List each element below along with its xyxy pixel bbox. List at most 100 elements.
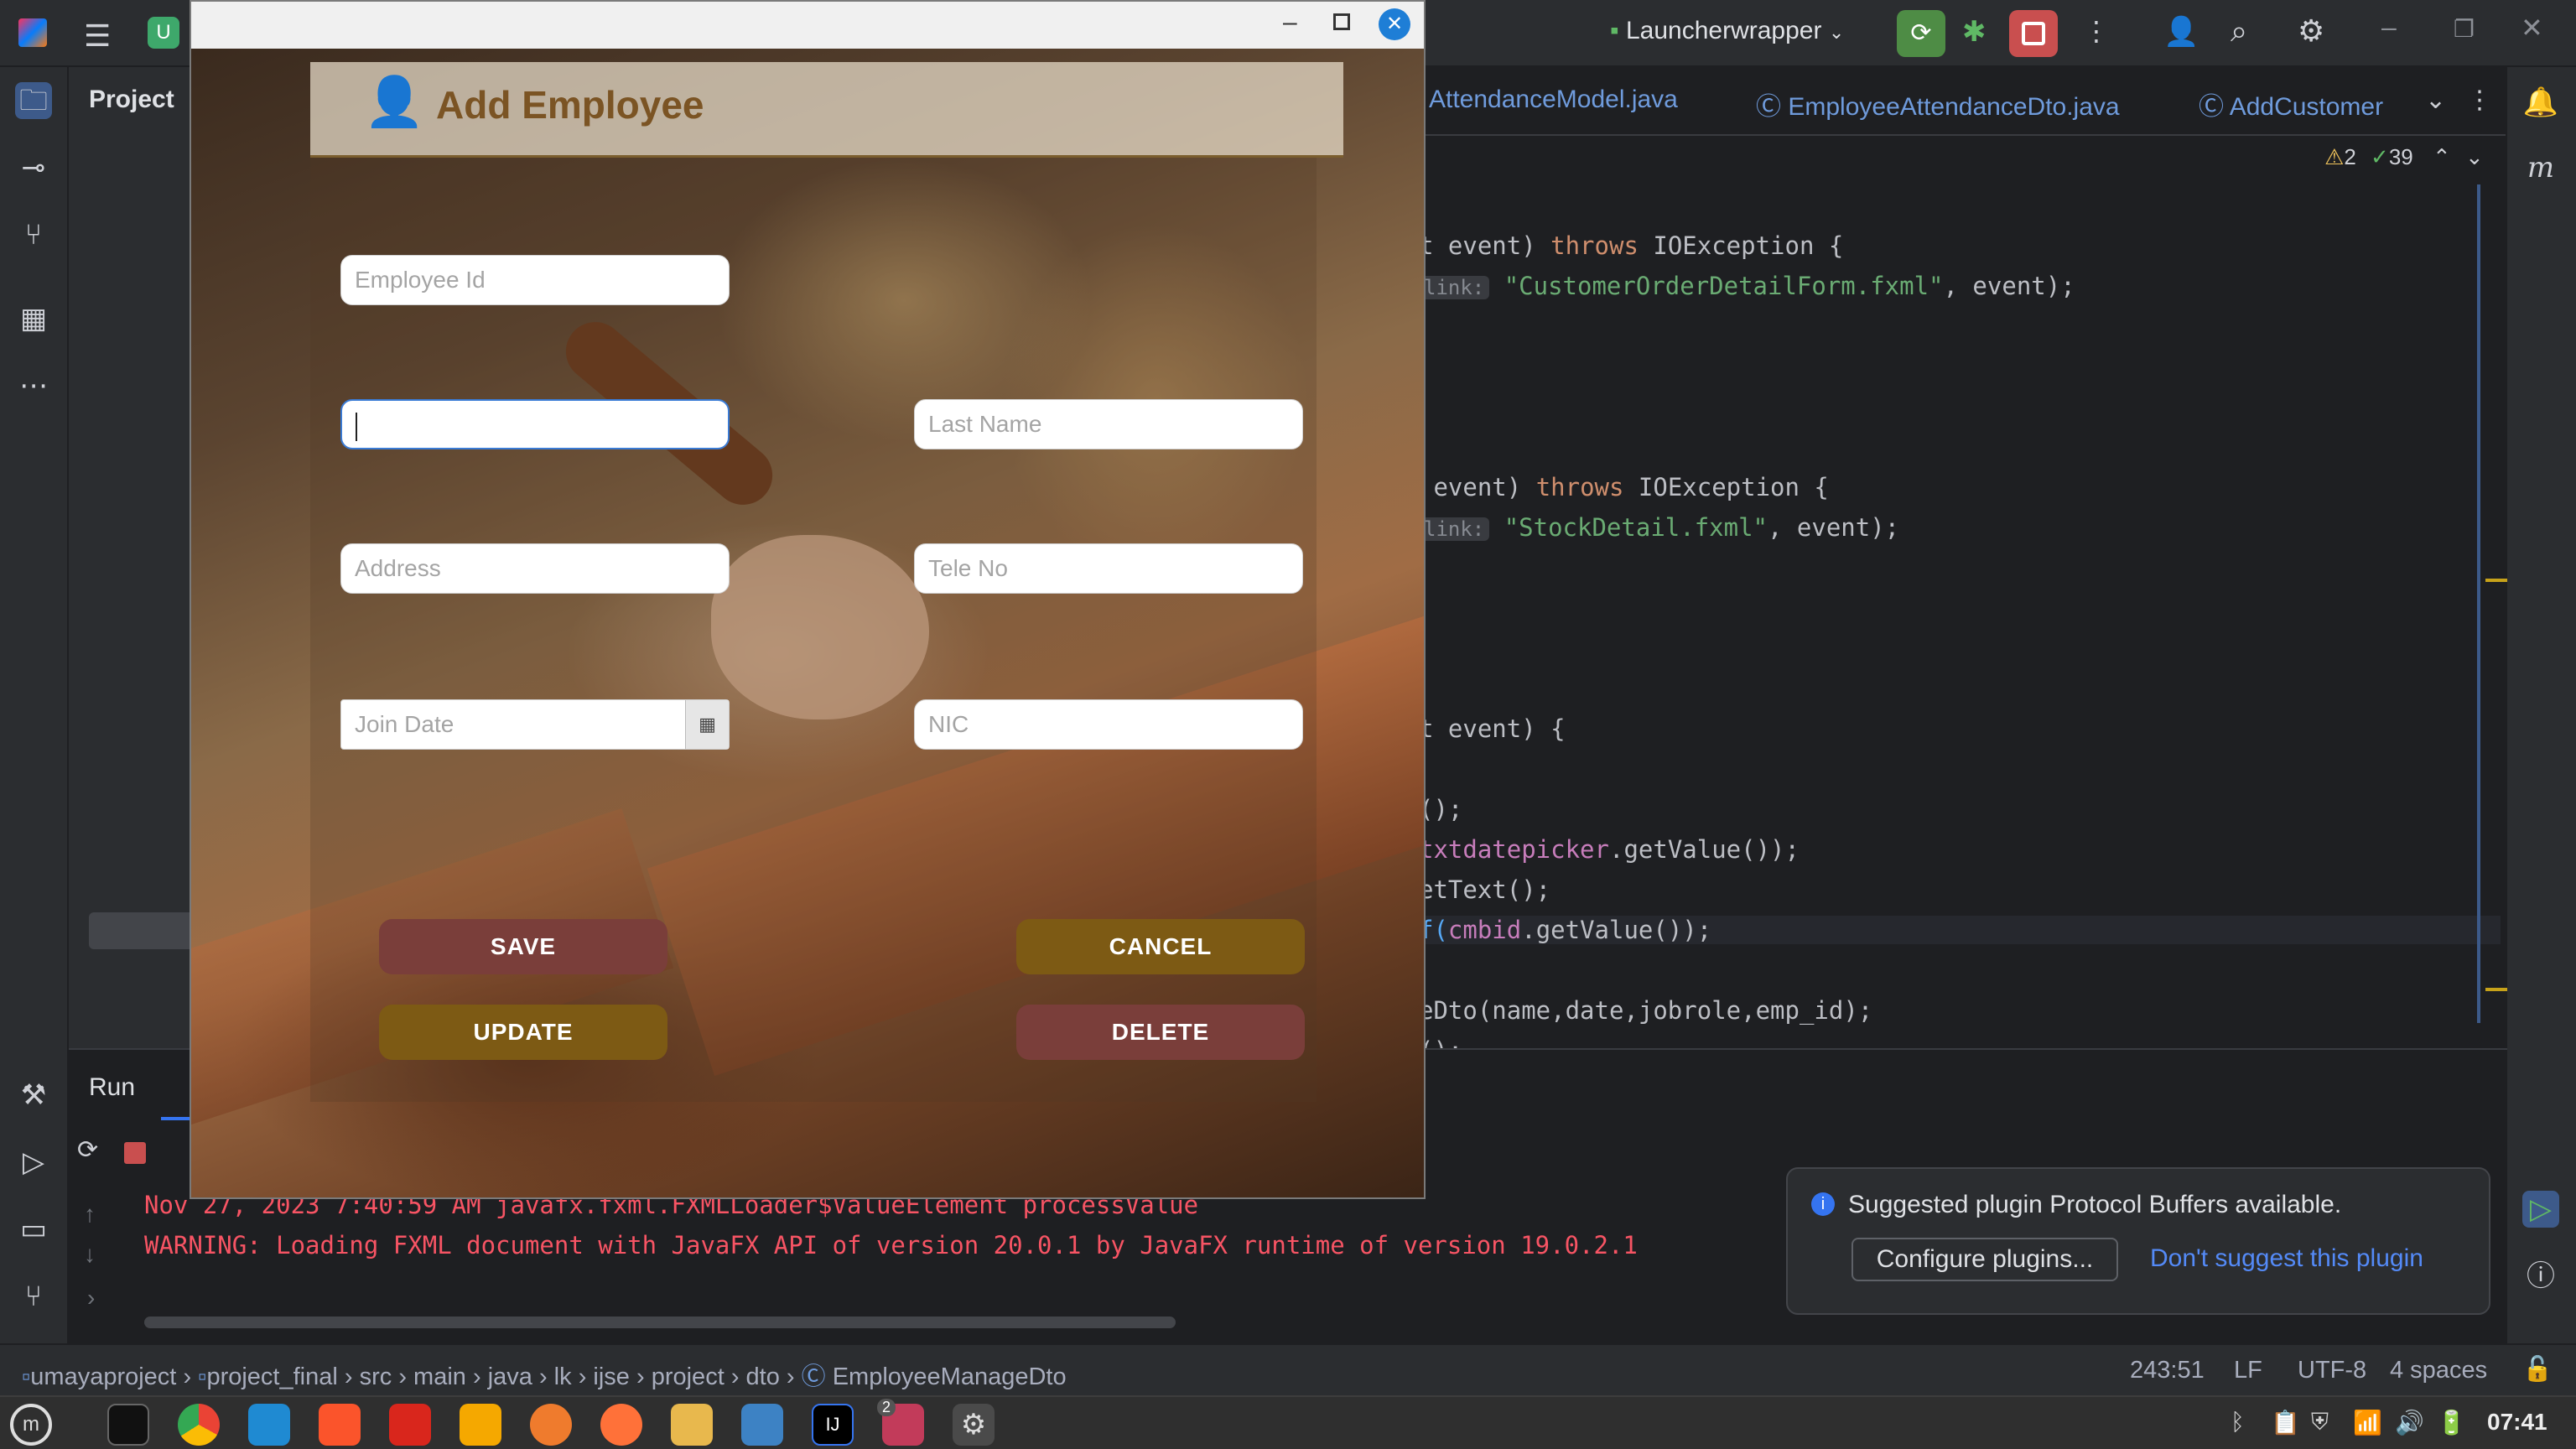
problems-icon[interactable]: ⓘ xyxy=(2522,1258,2559,1295)
firefox-icon[interactable] xyxy=(600,1404,642,1446)
breadcrumb-item[interactable]: lk xyxy=(554,1363,572,1390)
editor-scrollbar[interactable] xyxy=(2477,184,2480,1023)
filezilla-icon[interactable] xyxy=(460,1404,501,1446)
project-panel-selection-row[interactable] xyxy=(89,912,195,949)
tab-attendance-model[interactable]: AttendanceModel.java xyxy=(1429,86,1678,114)
line-separator[interactable]: LF xyxy=(2234,1357,2262,1384)
add-user-icon[interactable]: 👤 xyxy=(2163,15,2199,49)
notifications-bell-icon[interactable]: 🔔 xyxy=(2522,84,2559,121)
clipboard-icon[interactable]: 📋 xyxy=(2271,1409,2300,1436)
breadcrumb-item[interactable]: main xyxy=(413,1363,466,1390)
intellij-logo-icon[interactable] xyxy=(18,18,47,47)
wps-writer-icon[interactable] xyxy=(389,1404,431,1446)
intellij-taskbar-icon[interactable]: IJ xyxy=(812,1404,854,1446)
lock-icon[interactable]: 🔓 xyxy=(2522,1355,2553,1384)
run-services-icon[interactable]: ▷ xyxy=(15,1144,52,1181)
app-minimize-icon[interactable]: – xyxy=(1283,8,1297,37)
console-hscrollbar[interactable] xyxy=(144,1317,1176,1328)
build-hammer-icon[interactable]: ⚒ xyxy=(15,1077,52,1114)
git-icon[interactable]: ⑂ xyxy=(15,1278,52,1315)
search-icon[interactable]: ⌕ xyxy=(2231,13,2247,49)
brave-icon[interactable] xyxy=(319,1404,361,1446)
stop-icon[interactable] xyxy=(124,1142,146,1164)
battery-icon[interactable]: 🔋 xyxy=(2437,1409,2466,1436)
postman-icon[interactable] xyxy=(530,1404,572,1446)
breadcrumb-item[interactable]: dto xyxy=(746,1363,780,1390)
vscode-icon[interactable] xyxy=(248,1404,290,1446)
caret-position[interactable]: 243:51 xyxy=(2130,1357,2205,1384)
indent-setting[interactable]: 4 spaces xyxy=(2390,1357,2487,1384)
expand-icon[interactable]: › xyxy=(87,1285,95,1311)
mint-menu-icon[interactable]: m xyxy=(10,1404,52,1446)
files-icon[interactable] xyxy=(671,1404,713,1446)
more-tools-icon[interactable]: ⋯ xyxy=(15,367,52,404)
configure-plugins-button[interactable]: Configure plugins... xyxy=(1852,1238,2118,1281)
pull-requests-icon[interactable]: ⑂ xyxy=(15,216,52,253)
terminal-icon[interactable]: ▭ xyxy=(15,1211,52,1248)
clock[interactable]: 07:41 xyxy=(2487,1409,2547,1436)
app-maximize-icon[interactable] xyxy=(1333,13,1350,30)
prev-highlight-icon[interactable]: ⌃ xyxy=(2433,144,2451,169)
structure-icon[interactable]: ▦ xyxy=(15,300,52,337)
employee-id-field[interactable]: Employee Id xyxy=(340,255,730,305)
breadcrumb-item[interactable]: src xyxy=(360,1363,392,1390)
bluetooth-icon[interactable]: ᛒ xyxy=(2231,1409,2245,1436)
first-name-field[interactable] xyxy=(340,399,730,449)
wifi-icon[interactable]: 📶 xyxy=(2353,1409,2382,1436)
run-tab[interactable]: Run xyxy=(89,1073,135,1102)
tabs-more-icon[interactable]: ⋮ xyxy=(2467,86,2492,115)
calendar-icon[interactable]: ▦ xyxy=(685,700,729,749)
chrome-icon[interactable] xyxy=(178,1404,220,1446)
breadcrumb-item[interactable]: ▫umayaproject xyxy=(22,1363,176,1390)
update-button[interactable]: UPDATE xyxy=(379,1005,667,1060)
address-field[interactable]: Address xyxy=(340,543,730,594)
warning-icon: ⚠ xyxy=(2324,144,2345,169)
shield-icon[interactable]: ⛨ xyxy=(2311,1409,2329,1436)
screenshot-icon[interactable] xyxy=(741,1404,783,1446)
tele-no-field[interactable]: Tele No xyxy=(914,543,1303,594)
save-button[interactable]: SAVE xyxy=(379,919,667,974)
run-panel-icon[interactable]: ▷ xyxy=(2522,1191,2559,1228)
rerun-icon[interactable]: ⟳ xyxy=(77,1135,98,1165)
commit-icon[interactable]: ⊸ xyxy=(15,149,52,186)
scroll-down-icon[interactable]: ↓ xyxy=(84,1241,96,1268)
main-menu-icon[interactable]: ☰ xyxy=(84,18,111,54)
breadcrumb-item[interactable]: ▫project_final xyxy=(198,1363,338,1390)
delete-button[interactable]: DELETE xyxy=(1016,1005,1305,1060)
java-app-icon[interactable]: ⚙ xyxy=(953,1404,995,1446)
scroll-up-icon[interactable]: ↑ xyxy=(84,1201,96,1228)
class-icon: Ⓒ xyxy=(2199,93,2230,121)
run-config-selector[interactable]: ▪ Launcherwrapper ⌄ xyxy=(1610,17,1844,45)
tab-employee-attendance-dto[interactable]: Ⓒ EmployeeAttendanceDto.java xyxy=(1756,86,2120,122)
breadcrumb-item[interactable]: Ⓒ EmployeeManageDto xyxy=(802,1363,1067,1390)
rerun-button[interactable]: ⟳ xyxy=(1897,10,1945,57)
settings-gear-icon[interactable]: ⚙ xyxy=(2298,13,2324,49)
project-badge-icon[interactable]: U xyxy=(148,17,179,49)
app-close-icon[interactable]: ✕ xyxy=(1379,8,1410,40)
file-encoding[interactable]: UTF-8 xyxy=(2298,1357,2366,1384)
next-highlight-icon[interactable]: ⌄ xyxy=(2465,144,2484,169)
terminal-app-icon[interactable] xyxy=(107,1404,149,1446)
stop-button[interactable] xyxy=(2009,10,2058,57)
dont-suggest-link[interactable]: Don't suggest this plugin xyxy=(2150,1244,2423,1273)
close-icon[interactable]: ✕ xyxy=(2521,12,2543,44)
volume-icon[interactable]: 🔊 xyxy=(2395,1409,2424,1436)
maven-icon[interactable]: m xyxy=(2522,149,2559,186)
restore-icon[interactable]: ❐ xyxy=(2454,15,2475,43)
cancel-button[interactable]: CANCEL xyxy=(1016,919,1305,974)
inspection-widget[interactable]: ⚠2 ✓39 ⌃ ⌄ xyxy=(2324,144,2484,170)
more-actions-icon[interactable]: ⋮ xyxy=(2083,15,2110,47)
breadcrumb-item[interactable]: java xyxy=(488,1363,532,1390)
tab-add-customer[interactable]: Ⓒ AddCustomer( xyxy=(2199,86,2383,122)
debug-icon[interactable]: ✱ xyxy=(1962,15,1987,49)
project-folder-icon[interactable]: 🗀 xyxy=(15,82,52,119)
tabs-overflow-chevron-icon[interactable]: ⌄ xyxy=(2425,86,2446,115)
last-name-field[interactable]: Last Name xyxy=(914,399,1303,449)
project-panel-title[interactable]: Project xyxy=(89,86,174,114)
nic-field[interactable]: NIC xyxy=(914,699,1303,750)
breadcrumb-item[interactable]: ijse xyxy=(593,1363,630,1390)
join-date-picker[interactable]: Join Date ▦ xyxy=(340,699,730,750)
breadcrumb-sep: › xyxy=(636,1363,652,1390)
breadcrumb-item[interactable]: project xyxy=(652,1363,724,1390)
minimize-icon[interactable]: – xyxy=(2381,12,2397,43)
